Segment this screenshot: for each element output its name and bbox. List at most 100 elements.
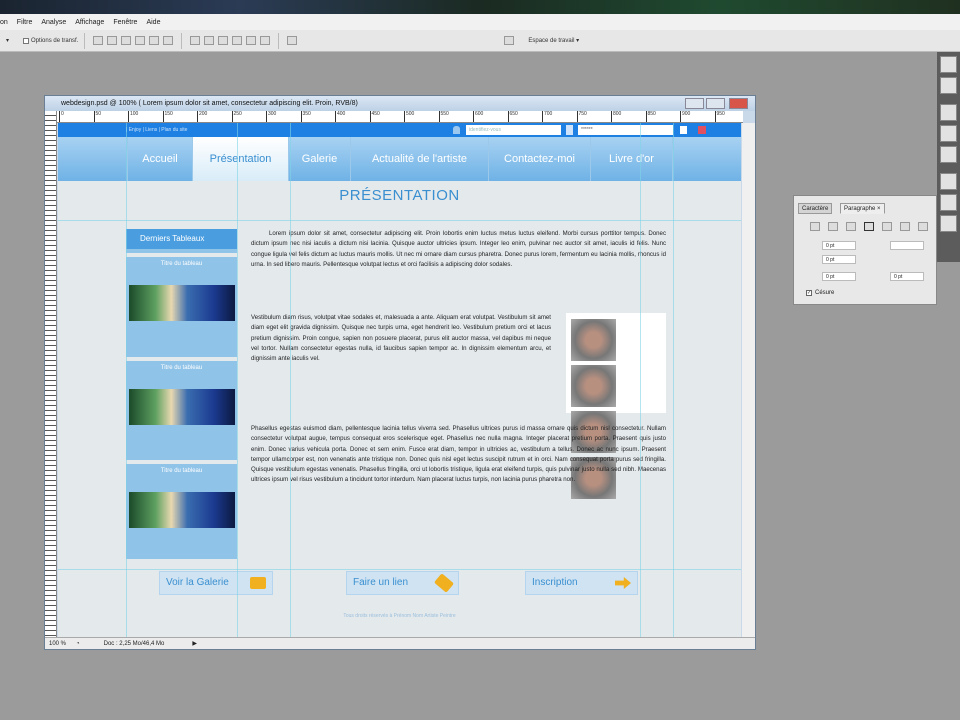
tool-dropdown[interactable]: ▾: [6, 37, 9, 44]
guide: [673, 123, 674, 637]
vertical-scrollbar[interactable]: [742, 123, 755, 637]
nav-contact[interactable]: Contactez-moi: [489, 137, 591, 181]
vertical-ruler[interactable]: [45, 111, 57, 637]
link-button[interactable]: Faire un lien: [346, 571, 459, 595]
guide: [58, 569, 741, 570]
painting-card[interactable]: Titre du tableau: [126, 253, 237, 348]
painting-thumbnail: [128, 492, 235, 528]
ruler-tick: 950: [714, 111, 725, 122]
align-left-icon[interactable]: [135, 36, 146, 45]
align-center-text-icon[interactable]: [828, 222, 838, 231]
align-right-icon[interactable]: [163, 36, 174, 45]
register-icon[interactable]: [698, 126, 706, 134]
nav-presentation[interactable]: Présentation: [193, 137, 289, 181]
distribute-left-icon[interactable]: [232, 36, 243, 45]
tools-icon[interactable]: [940, 104, 957, 121]
space-after-field[interactable]: 0 pt: [890, 272, 924, 281]
align-vcenter-icon[interactable]: [107, 36, 118, 45]
button-label: Faire un lien: [353, 577, 409, 588]
painting-thumbnail: [128, 285, 235, 321]
menu-image[interactable]: on: [0, 19, 8, 26]
menu-fenetre[interactable]: Fenêtre: [113, 19, 137, 26]
justify-left-icon[interactable]: [864, 222, 874, 231]
justify-right-icon[interactable]: [900, 222, 910, 231]
menu-affichage[interactable]: Affichage: [75, 19, 104, 26]
horizontal-ruler[interactable]: 0 50 100 150 200 250 300 350 400 450 500 550 600 650 7…: [57, 111, 743, 123]
status-menu-arrow[interactable]: ▶: [192, 640, 197, 647]
minimize-button[interactable]: [685, 98, 704, 109]
bridge-icon[interactable]: [504, 36, 515, 45]
nav-galerie[interactable]: Galerie: [289, 137, 351, 181]
divider: [181, 32, 183, 49]
layers-icon[interactable]: [940, 215, 957, 232]
align-bottom-icon[interactable]: [121, 36, 132, 45]
nav-actualite[interactable]: Actualité de l'artiste: [351, 137, 489, 181]
history-icon[interactable]: [940, 56, 957, 73]
sculpture-image: [566, 313, 666, 499]
menu-bar: on Filtre Analyse Affichage Fenêtre Aide: [0, 14, 960, 30]
card-title: Titre du tableau: [160, 261, 203, 267]
doc-size: Doc : 2,25 Mo/46,4 Mo: [103, 640, 165, 647]
navigator-icon[interactable]: [940, 77, 957, 94]
ruler-tick: 850: [645, 111, 656, 122]
menu-aide[interactable]: Aide: [146, 19, 160, 26]
status-bar: 100 % ◔ Doc : 2,25 Mo/46,4 Mo ▶: [45, 637, 755, 649]
justify-all-icon[interactable]: [918, 222, 928, 231]
tab-caractere[interactable]: Caractère: [798, 203, 833, 214]
align-hcenter-icon[interactable]: [149, 36, 160, 45]
user-icon: [453, 126, 460, 134]
divider: [84, 32, 86, 49]
paragraph-1: Lorem ipsum dolor sit amet, consectetur …: [251, 230, 666, 268]
login-icon[interactable]: [680, 126, 687, 134]
site-footer: Tous droits réservés à Prénom Nom Artist…: [343, 613, 456, 619]
lock-icon: [566, 125, 573, 135]
maximize-button[interactable]: [706, 98, 725, 109]
character-icon[interactable]: [940, 173, 957, 190]
painting-card[interactable]: Titre du tableau: [126, 357, 237, 452]
guide: [126, 123, 127, 637]
tab-paragraphe[interactable]: Paragraphe ×: [840, 203, 885, 214]
align-top-icon[interactable]: [93, 36, 104, 45]
menu-analyse[interactable]: Analyse: [41, 19, 66, 26]
menu-filtre[interactable]: Filtre: [17, 19, 33, 26]
transform-options-checkbox[interactable]: Options de transf.: [23, 37, 78, 44]
indent-left-field[interactable]: 0 pt: [822, 241, 856, 250]
hyphenation-label: Césure: [815, 290, 835, 296]
top-links[interactable]: | Enjoy | Liens | Plan du site: [126, 127, 187, 133]
align-left-text-icon[interactable]: [810, 222, 820, 231]
ruler-tick: 750: [576, 111, 587, 122]
tag-icon: [434, 573, 454, 593]
nav-livre-dor[interactable]: Livre d'or: [591, 137, 673, 181]
ruler-tick: 150: [162, 111, 173, 122]
ruler-tick: 300: [266, 111, 276, 122]
ruler-tick: 350: [300, 111, 311, 122]
painting-card[interactable]: Titre du tableau: [126, 460, 237, 555]
canvas[interactable]: | Enjoy | Liens | Plan du site identifie…: [58, 123, 741, 637]
zoom-level[interactable]: 100 %: [49, 641, 66, 647]
distribute-bottom-icon[interactable]: [218, 36, 229, 45]
password-input[interactable]: ******: [578, 125, 673, 135]
status-icon: ◔: [76, 640, 80, 647]
indent-right-field[interactable]: [890, 241, 924, 250]
signup-button[interactable]: Inscription: [525, 571, 638, 595]
clone-icon[interactable]: [940, 146, 957, 163]
distribute-vcenter-icon[interactable]: [204, 36, 215, 45]
distribute-hcenter-icon[interactable]: [246, 36, 257, 45]
distribute-right-icon[interactable]: [260, 36, 271, 45]
gallery-button[interactable]: Voir la Galerie: [159, 571, 273, 595]
auto-align-icon[interactable]: [287, 36, 298, 45]
first-line-indent-field[interactable]: 0 pt: [822, 255, 856, 264]
login-input[interactable]: identifiez-vous: [466, 125, 561, 135]
align-right-text-icon[interactable]: [846, 222, 856, 231]
hyphenation-checkbox[interactable]: ✓ Césure: [806, 290, 834, 296]
justify-center-icon[interactable]: [882, 222, 892, 231]
document-title[interactable]: webdesign.psd @ 100% ( Lorem ipsum dolor…: [45, 96, 755, 111]
space-before-field[interactable]: 0 pt: [822, 272, 856, 281]
paragraph-icon[interactable]: [940, 194, 957, 211]
paragraph-panel: Caractère Paragraphe × 0 pt 0 pt 0 pt 0 …: [793, 195, 937, 305]
distribute-top-icon[interactable]: [190, 36, 201, 45]
nav-accueil[interactable]: Accueil: [127, 137, 193, 181]
workspace-dropdown[interactable]: Espace de travail ▾: [528, 37, 579, 44]
close-button[interactable]: [729, 98, 748, 109]
brush-icon[interactable]: [940, 125, 957, 142]
